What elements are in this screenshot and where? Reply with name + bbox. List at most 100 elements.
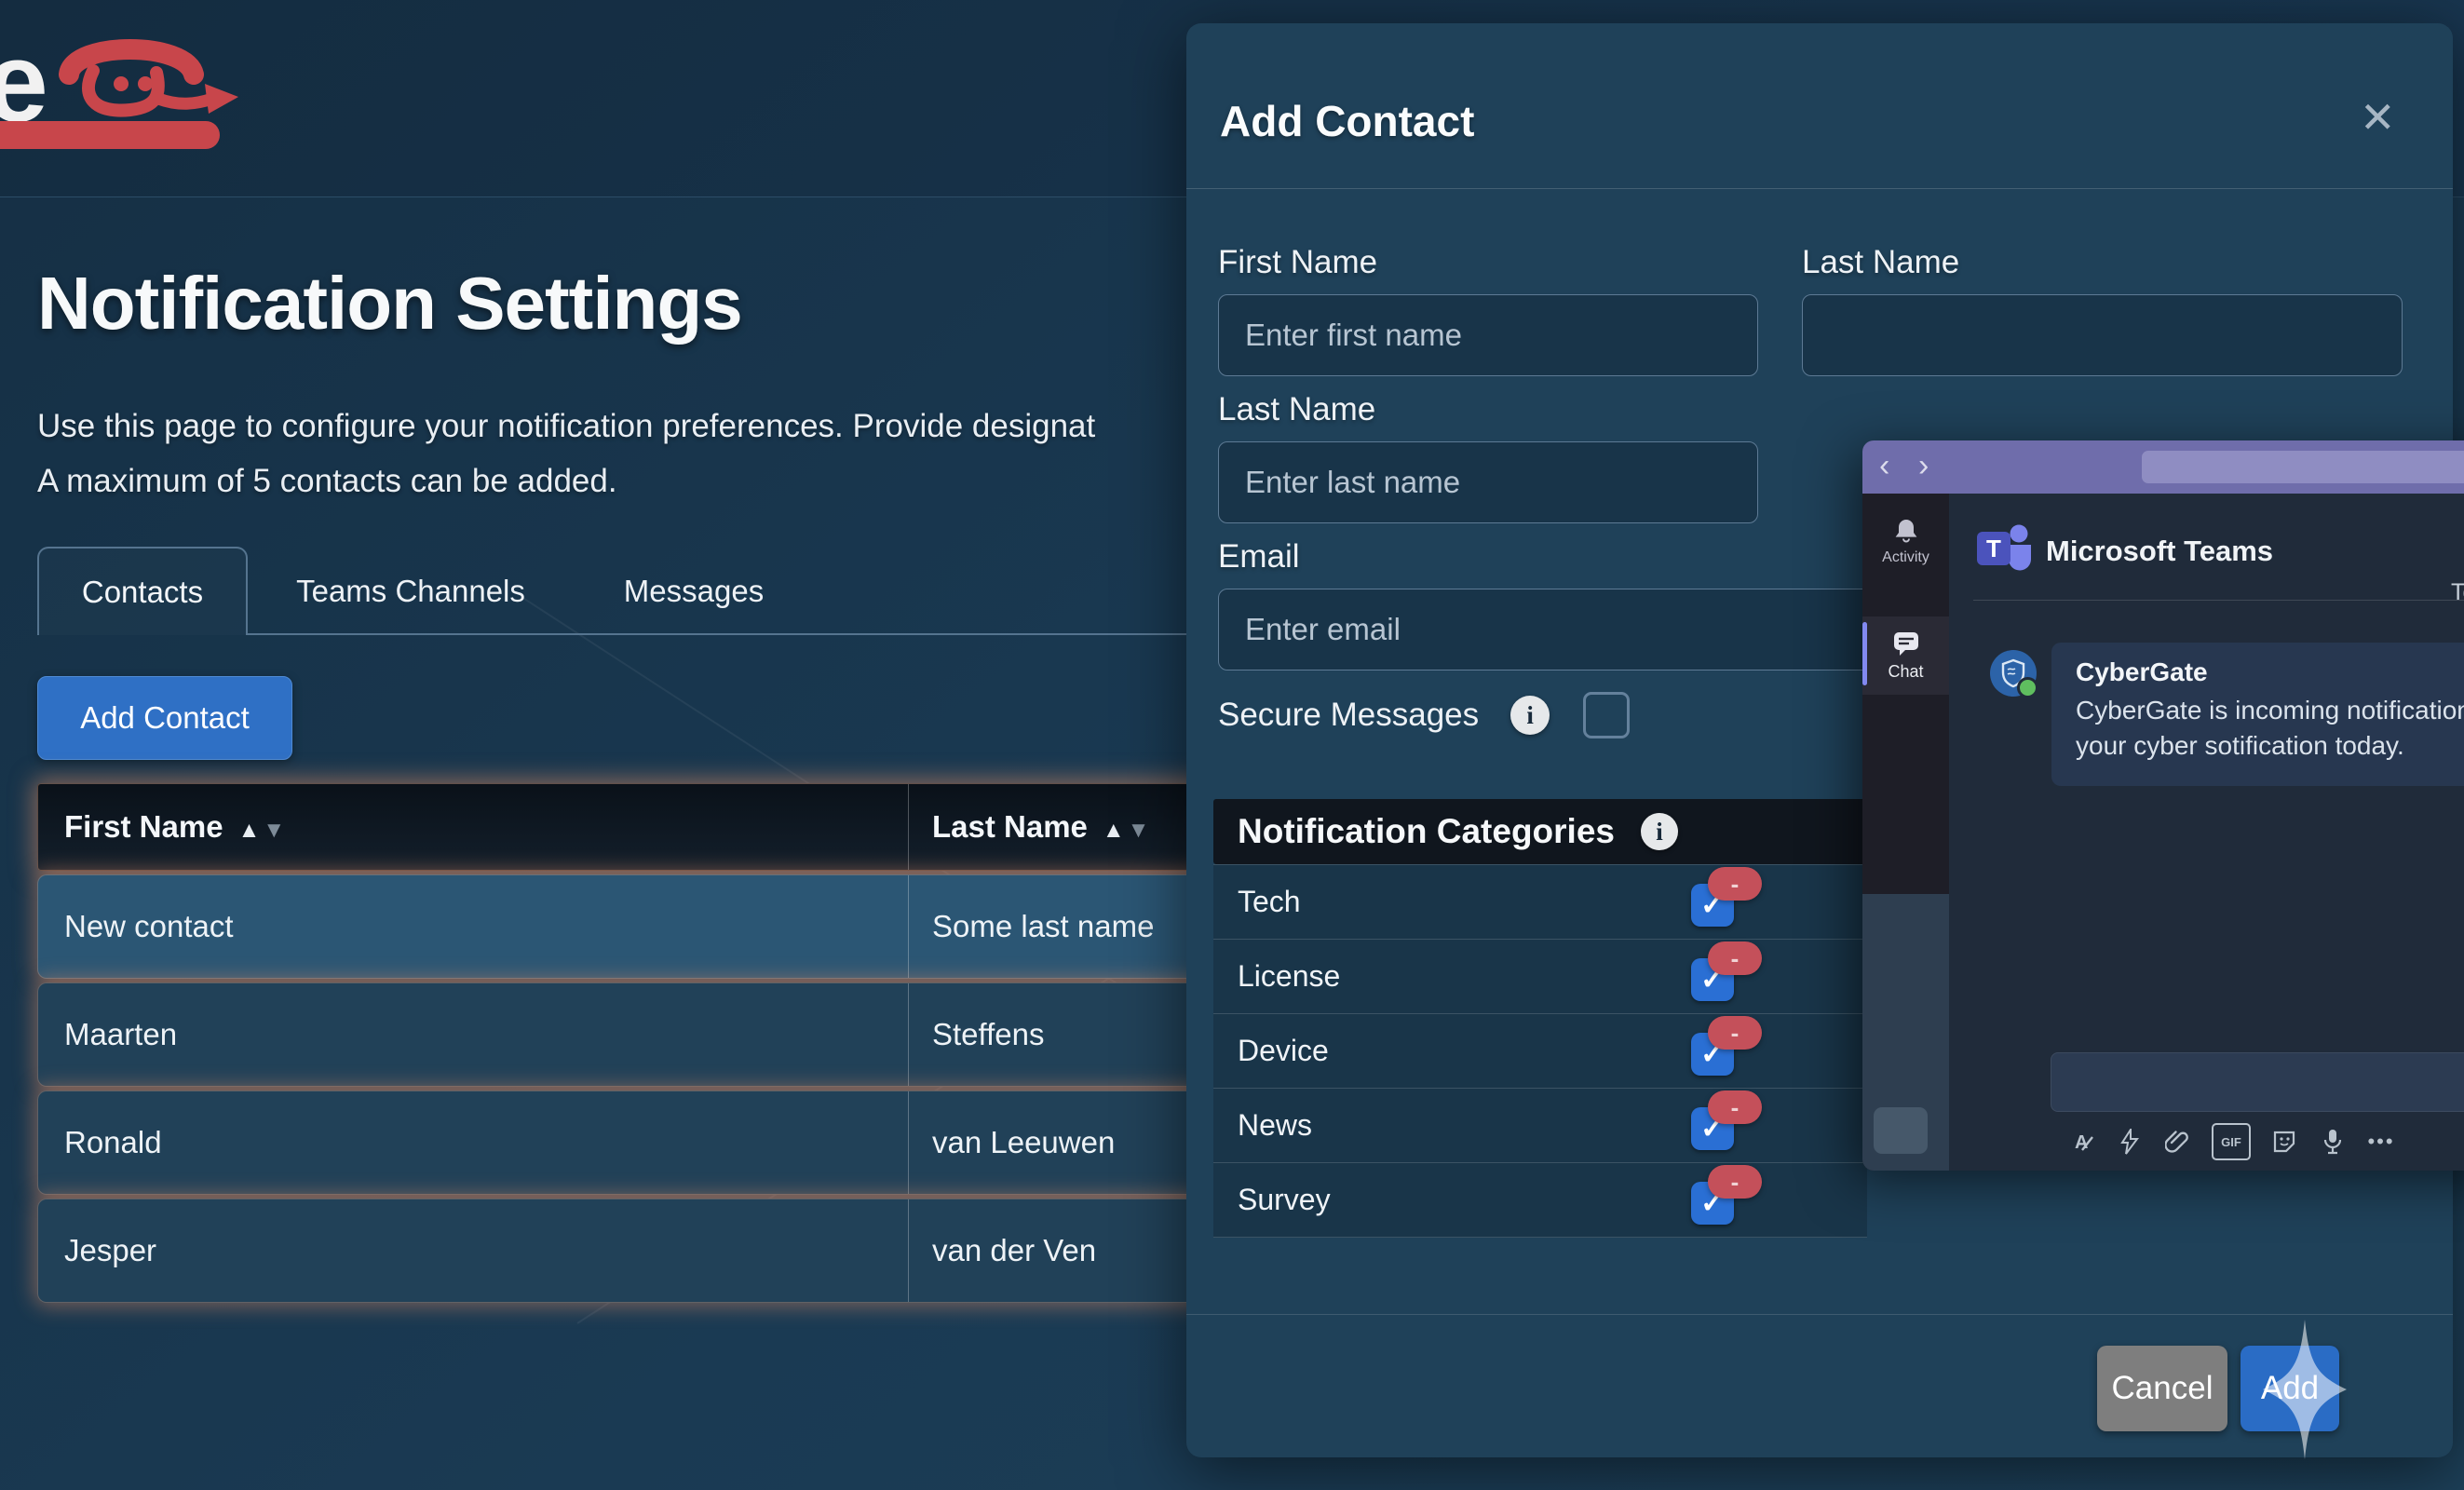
teams-search-bar[interactable]	[2142, 451, 2464, 483]
tab-messages[interactable]: Messages	[610, 547, 778, 635]
sort-desc-icon[interactable]: ▼	[263, 818, 285, 843]
info-icon[interactable]: i	[1641, 813, 1678, 850]
last-name-secondary-label: Last Name	[1802, 244, 2403, 281]
cell-last-name: van Leeuwen	[908, 1125, 1115, 1160]
sort-asc-icon[interactable]: ▲	[1103, 818, 1125, 843]
tab-contacts[interactable]: Contacts	[37, 547, 248, 635]
sticker-icon[interactable]	[2269, 1127, 2299, 1157]
info-icon[interactable]: i	[1510, 696, 1550, 735]
tab-teams-channels-label: Teams Channels	[296, 574, 525, 609]
teams-nav-activity[interactable]: Activity	[1862, 505, 1949, 577]
first-name-input[interactable]	[1218, 294, 1758, 376]
category-row-tech: Tech ✓ -	[1213, 864, 1867, 939]
message-sender: CyberGate	[2076, 657, 2464, 687]
add-button[interactable]: Add	[2241, 1346, 2339, 1431]
phone-logo-icon	[39, 26, 244, 129]
notification-categories-header: Notification Categories i	[1213, 799, 1867, 864]
category-row-license: License ✓ -	[1213, 939, 1867, 1013]
teams-apps-button[interactable]	[1874, 1107, 1928, 1154]
teams-window: ‹ › Activity Chat	[1862, 440, 2464, 1171]
sort-desc-icon[interactable]: ▼	[1128, 818, 1150, 843]
add-contact-button-label: Add Contact	[80, 700, 250, 736]
attach-icon[interactable]	[2163, 1127, 2193, 1157]
modal-title: Add Contact	[1220, 96, 1474, 146]
message-line1: CyberGate is incoming notification,	[2076, 693, 2464, 728]
category-label: Device	[1238, 1014, 1329, 1088]
tabs-underline	[248, 633, 1188, 635]
modal-header-divider	[1186, 188, 2453, 189]
secure-messages-row: Secure Messages i	[1218, 692, 1630, 738]
notification-categories-title: Notification Categories	[1238, 812, 1615, 851]
remove-badge[interactable]: -	[1708, 867, 1762, 901]
last-name-secondary-field-group: Last Name	[1802, 244, 2403, 376]
cell-last-name: van der Ven	[908, 1233, 1096, 1268]
lightning-icon[interactable]	[2115, 1127, 2145, 1157]
remove-badge[interactable]: -	[1708, 1090, 1762, 1124]
teams-nav-activity-label: Activity	[1882, 549, 1929, 566]
message-compose-input[interactable]	[2051, 1052, 2464, 1112]
secure-messages-checkbox[interactable]	[1583, 692, 1630, 738]
column-header-last-name-label: Last Name	[932, 809, 1088, 844]
cybergate-avatar[interactable]	[1990, 650, 2037, 697]
presence-dot	[2017, 677, 2038, 698]
column-header-first-name[interactable]: First Name ▲▼	[38, 809, 908, 845]
column-header-last-name[interactable]: Last Name ▲▼	[908, 809, 1149, 845]
date-divider-label: Today	[2451, 579, 2464, 606]
more-options-icon[interactable]: •••	[2366, 1127, 2396, 1157]
teams-sidebar: Activity Chat	[1862, 494, 1949, 1171]
teams-nav-chat[interactable]: Chat	[1862, 616, 1949, 695]
first-name-field-group: First Name	[1218, 244, 1758, 376]
gif-label: GIF	[2221, 1135, 2241, 1149]
teams-app-title: Microsoft Teams	[2046, 535, 2273, 568]
secure-messages-label: Secure Messages	[1218, 697, 1479, 734]
page-description-line1: Use this page to configure your notifica…	[37, 408, 1095, 445]
category-label: Survey	[1238, 1163, 1331, 1237]
remove-badge[interactable]: -	[1708, 1016, 1762, 1050]
last-name-field-group: Last Name	[1218, 391, 1758, 523]
chat-icon	[1891, 630, 1921, 657]
sort-asc-icon[interactable]: ▲	[238, 818, 261, 843]
teams-titlebar[interactable]: ‹ ›	[1862, 440, 2464, 494]
back-icon[interactable]: ‹	[1879, 448, 1889, 484]
svg-text:A: A	[2075, 1132, 2088, 1153]
add-button-label: Add	[2261, 1370, 2319, 1407]
tab-messages-label: Messages	[624, 574, 764, 609]
category-row-news: News ✓ -	[1213, 1088, 1867, 1162]
teams-chat-pane: T Microsoft Teams Today CyberGate CyberG…	[1949, 494, 2464, 1171]
chat-message[interactable]: CyberGate CyberGate is incoming notifica…	[2051, 643, 2464, 786]
teams-nav-chat-label: Chat	[1888, 662, 1923, 682]
last-name-input[interactable]	[1218, 441, 1758, 523]
format-icon[interactable]: A	[2066, 1127, 2096, 1157]
page-title: Notification Settings	[37, 261, 742, 346]
close-icon[interactable]: ✕	[2360, 96, 2396, 139]
cell-first-name: Maarten	[38, 1017, 908, 1052]
compose-toolbar: A GIF	[2066, 1123, 2396, 1160]
selected-accent-bar	[1862, 622, 1867, 685]
notification-categories-list: Tech ✓ - License ✓ - Device ✓ - News ✓ -…	[1213, 864, 1867, 1238]
forward-icon[interactable]: ›	[1918, 448, 1929, 484]
screen: e Notification Settings Use this page to…	[0, 0, 2464, 1490]
last-name-label: Last Name	[1218, 391, 1758, 428]
cancel-button[interactable]: Cancel	[2097, 1346, 2227, 1431]
last-name-secondary-input[interactable]	[1802, 294, 2403, 376]
category-row-survey: Survey ✓ -	[1213, 1162, 1867, 1238]
tab-contacts-label: Contacts	[82, 575, 203, 610]
column-header-first-name-label: First Name	[64, 809, 223, 844]
tab-teams-channels[interactable]: Teams Channels	[285, 547, 536, 635]
teams-header-divider	[1973, 600, 2464, 601]
cancel-button-label: Cancel	[2112, 1370, 2214, 1407]
cell-first-name: New contact	[38, 909, 908, 944]
category-row-device: Device ✓ -	[1213, 1013, 1867, 1088]
remove-badge[interactable]: -	[1708, 941, 1762, 975]
category-label: News	[1238, 1089, 1312, 1162]
first-name-label: First Name	[1218, 244, 1758, 281]
teams-logo-letter: T	[1986, 535, 2001, 562]
bell-icon	[1892, 517, 1920, 545]
cell-last-name: Some last name	[908, 909, 1154, 944]
mic-icon[interactable]	[2318, 1127, 2348, 1157]
cell-last-name: Steffens	[908, 1017, 1044, 1052]
remove-badge[interactable]: -	[1708, 1165, 1762, 1199]
cell-first-name: Jesper	[38, 1233, 908, 1268]
add-contact-button[interactable]: Add Contact	[37, 676, 292, 760]
gif-icon[interactable]: GIF	[2212, 1123, 2251, 1160]
